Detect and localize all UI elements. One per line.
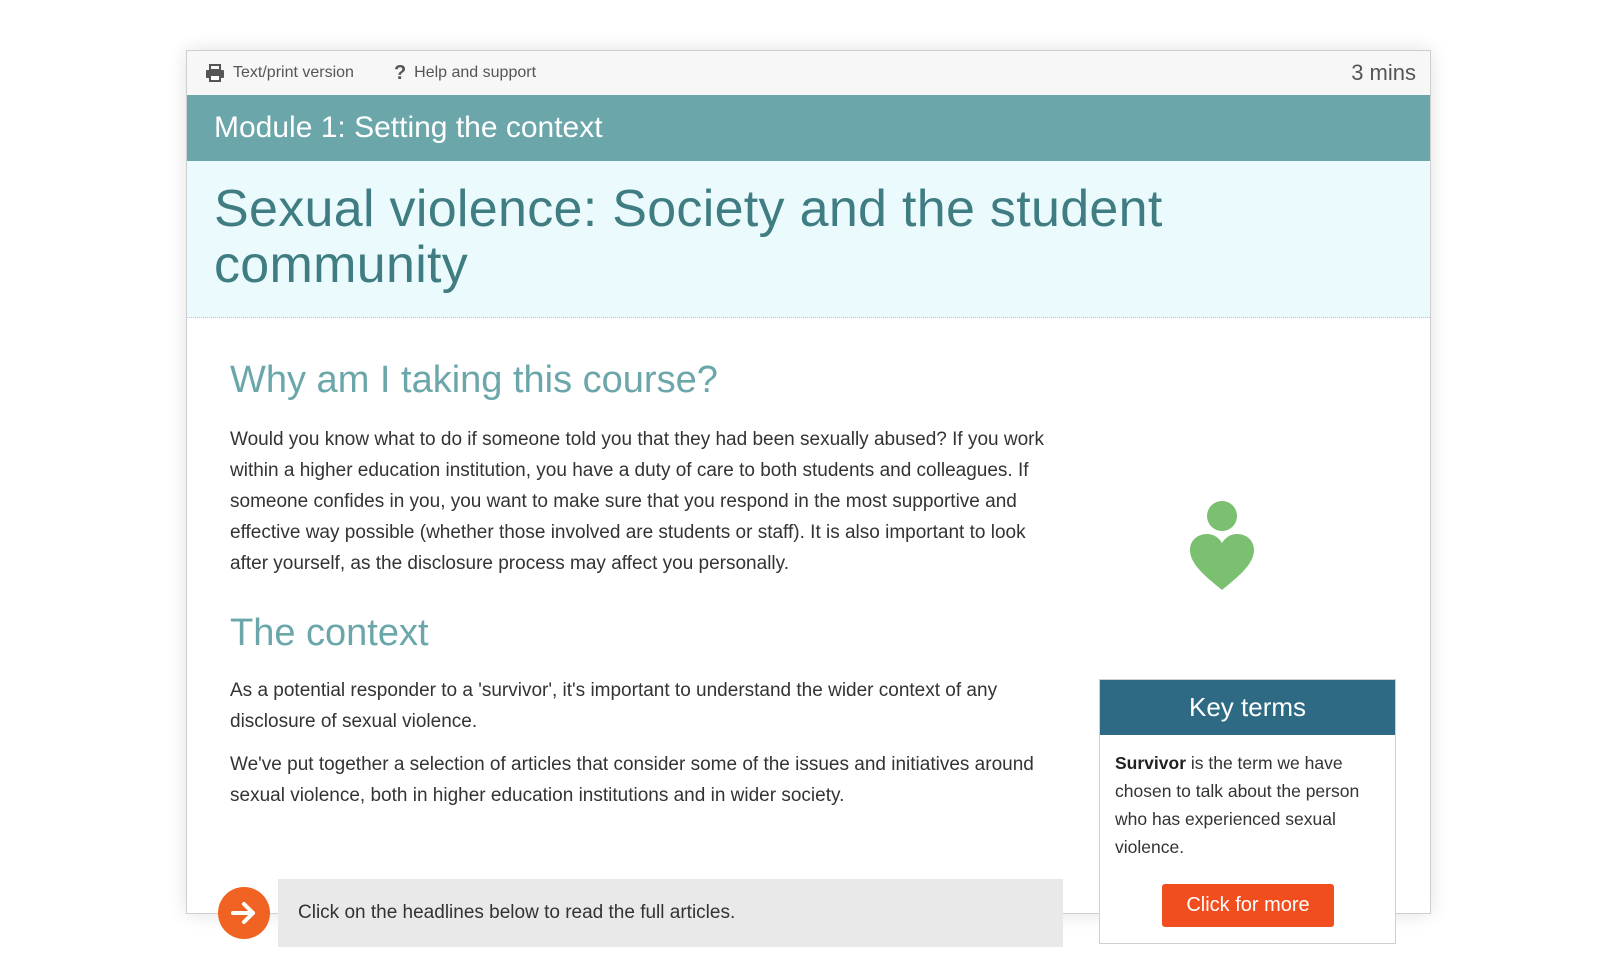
content-left-column: Why am I taking this course? Would you k… <box>230 358 1060 811</box>
top-toolbar: Text/print version ? Help and support 3 … <box>187 51 1430 95</box>
person-heart-icon <box>1190 501 1254 590</box>
printer-icon <box>206 64 224 82</box>
page-title-band: Sexual violence: Society and the student… <box>187 161 1430 318</box>
click-for-more-button[interactable]: Click for more <box>1162 884 1334 927</box>
print-version-label: Text/print version <box>233 64 354 81</box>
key-terms-body: Survivor is the term we have chosen to t… <box>1100 735 1395 861</box>
key-terms-header: Key terms <box>1100 680 1395 735</box>
question-icon: ? <box>393 61 407 84</box>
section-heading-why: Why am I taking this course? <box>230 359 718 401</box>
module-title: Module 1: Setting the context <box>214 111 603 144</box>
section-heading-context: The context <box>230 612 429 654</box>
duration-label: 3 mins <box>1351 60 1416 85</box>
articles-prompt-text: Click on the headlines below to read the… <box>298 902 736 923</box>
help-support-label: Help and support <box>414 64 537 81</box>
arrow-right-icon[interactable] <box>218 887 270 939</box>
course-frame: Text/print version ? Help and support 3 … <box>186 50 1431 947</box>
main-content: Why am I taking this course? Would you k… <box>187 358 1430 947</box>
key-terms-panel: Key terms Survivor is the term we have c… <box>1099 679 1396 944</box>
articles-prompt-row: Click on the headlines below to read the… <box>218 879 1063 947</box>
key-terms-title: Key terms <box>1188 692 1307 722</box>
key-term: Survivor <box>1115 753 1186 773</box>
module-title-bar: Module 1: Setting the context <box>187 95 1430 161</box>
section-paragraph: Would you know what to do if someone tol… <box>230 429 1044 574</box>
page-title: Sexual violence: Society and the student… <box>214 180 1163 294</box>
print-version-link[interactable]: Text/print version <box>205 64 354 82</box>
help-support-link[interactable]: ? Help and support <box>394 62 536 85</box>
section-paragraph: We've put together a selection of articl… <box>230 754 1034 806</box>
section-paragraph: As a potential responder to a 'survivor'… <box>230 680 998 732</box>
articles-prompt-box: Click on the headlines below to read the… <box>278 879 1063 947</box>
